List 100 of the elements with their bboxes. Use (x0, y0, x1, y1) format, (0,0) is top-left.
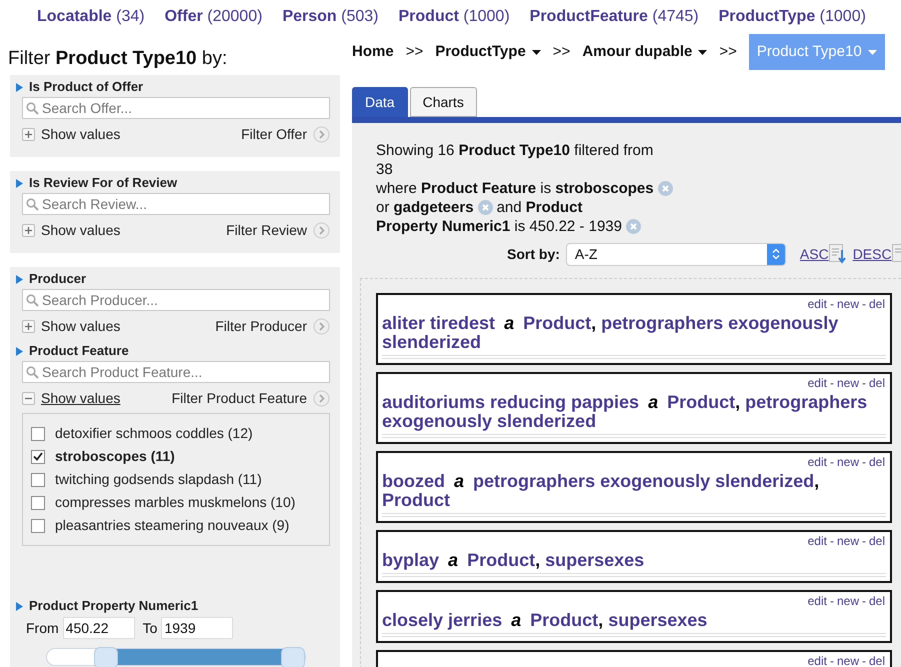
result-title-link[interactable]: byplay a Product, supersexes (382, 551, 886, 570)
expand-icon[interactable] (22, 320, 35, 332)
value-label[interactable]: stroboscopes (11) (55, 446, 175, 467)
search-icon (26, 198, 39, 211)
to-label: To (142, 618, 158, 638)
checkbox[interactable] (31, 472, 45, 486)
action-link[interactable]: edit (808, 654, 827, 667)
search-field[interactable]: Search Producer... (22, 289, 330, 311)
tab[interactable]: Data (352, 87, 408, 117)
value-label[interactable]: pleasantries steamering nouveaux (9) (55, 515, 290, 536)
triangle-icon (16, 178, 23, 188)
action-separator: - (862, 594, 866, 608)
action-link[interactable]: new (836, 654, 859, 667)
action-separator: - (862, 376, 866, 390)
go-icon[interactable] (313, 318, 330, 334)
expand-icon[interactable] (22, 128, 35, 140)
action-link[interactable]: edit (808, 455, 827, 469)
action-separator: - (830, 654, 834, 667)
expand-icon[interactable] (22, 224, 35, 236)
sort-select[interactable]: A-Z (566, 242, 786, 266)
checkbox[interactable] (31, 518, 45, 532)
filter-condition: Property Numeric1 is 450.22 - 1939 (376, 217, 622, 236)
filter-link[interactable]: Filter Product Feature (172, 388, 307, 408)
action-separator: - (830, 455, 834, 469)
value-label[interactable]: detoxifier schmoos coddles (12) (55, 423, 253, 444)
result-title-link[interactable]: boozed a petrographers exogenously slenderized, Product (382, 472, 886, 510)
go-icon[interactable] (313, 222, 330, 238)
result-title-link[interactable]: closely jerries a Product, supersexes (382, 611, 886, 630)
collapse-icon[interactable] (22, 392, 35, 404)
triangle-icon (16, 602, 23, 610)
checkbox[interactable] (31, 450, 45, 464)
action-link[interactable]: new (836, 297, 859, 311)
action-link[interactable]: del (868, 594, 885, 608)
go-icon[interactable] (313, 390, 330, 406)
filter-title: Filter Product Type10 by: (8, 47, 228, 71)
action-link[interactable]: new (836, 534, 859, 548)
action-link[interactable]: del (868, 455, 885, 469)
slider-handle[interactable] (281, 647, 305, 667)
show-values-link[interactable]: Show values (41, 124, 120, 144)
caret-icon (698, 50, 708, 54)
search-field[interactable]: Search Offer... (22, 97, 330, 119)
nav-link[interactable]: ProductType (1000) (718, 4, 866, 28)
show-values-link[interactable]: Show values (41, 316, 120, 336)
action-link[interactable]: edit (808, 376, 827, 390)
value-label[interactable]: twitching godsends slapdash (11) (55, 469, 262, 490)
action-link[interactable]: del (868, 376, 885, 390)
section-title: Product Property Numeric1 (29, 597, 198, 616)
breadcrumb-link[interactable]: ProductType (435, 34, 541, 70)
tab[interactable]: Charts (410, 87, 477, 117)
filter-link[interactable]: Filter Producer (215, 316, 307, 336)
checkbox[interactable] (31, 426, 45, 440)
action-separator: - (862, 455, 866, 469)
search-field[interactable]: Search Review... (22, 193, 330, 215)
search-icon (26, 366, 39, 379)
nav-link[interactable]: Offer (20000) (164, 4, 262, 28)
action-link[interactable]: edit (808, 594, 827, 608)
go-icon[interactable] (313, 126, 330, 142)
search-icon (26, 294, 39, 307)
breadcrumb-link[interactable]: Amour dupable (582, 34, 708, 70)
sort-descending-icon[interactable] (892, 244, 901, 264)
filter-condition: where Product Feature is stroboscopes (376, 179, 654, 198)
checkbox[interactable] (31, 496, 45, 510)
action-separator: - (830, 297, 834, 311)
show-values-link[interactable]: Show values (41, 220, 120, 240)
action-separator: - (862, 534, 866, 548)
action-separator: - (830, 534, 834, 548)
nav-link[interactable]: Person (503) (282, 4, 378, 28)
to-field[interactable]: 1939 (161, 617, 234, 639)
breadcrumb-link[interactable]: Home (352, 34, 394, 70)
caret-icon (532, 50, 541, 54)
section-title: Product Feature (29, 342, 129, 360)
action-link[interactable]: del (868, 654, 885, 667)
action-link[interactable]: new (836, 376, 859, 390)
sort-ascending-icon[interactable] (828, 244, 847, 264)
breadcrumb-separator: >> (552, 42, 570, 62)
action-link[interactable]: del (868, 534, 885, 548)
action-link[interactable]: new (836, 455, 859, 469)
action-separator: - (862, 297, 866, 311)
nav-link[interactable]: Locatable (34) (37, 4, 145, 28)
filter-link[interactable]: Filter Offer (241, 124, 307, 144)
result-title-link[interactable]: auditoriums reducing pappies a Product, petrographers exogenously slenderized (382, 393, 886, 431)
action-link[interactable]: new (836, 594, 859, 608)
asc-link[interactable]: ASC (800, 244, 829, 264)
action-separator: - (830, 594, 834, 608)
filter-link[interactable]: Filter Review (226, 220, 307, 240)
desc-link[interactable]: DESC (852, 244, 892, 264)
action-link[interactable]: edit (808, 534, 827, 548)
action-link[interactable]: edit (808, 297, 827, 311)
action-link[interactable]: del (868, 297, 885, 311)
nav-link[interactable]: Product (1000) (398, 4, 510, 28)
value-label[interactable]: compresses marbles muskmelons (10) (55, 492, 296, 513)
show-values-link[interactable]: Show values (41, 388, 120, 408)
from-field[interactable]: 450.22 (62, 617, 135, 639)
breadcrumb-separator: >> (719, 42, 737, 62)
result-title-link[interactable]: aliter tiredest a Product, petrographers exogenously slenderized (382, 314, 886, 352)
search-field[interactable]: Search Product Feature... (22, 361, 330, 383)
slider-handle[interactable] (94, 647, 118, 667)
breadcrumb-separator: >> (406, 42, 424, 62)
nav-link[interactable]: ProductFeature (4745) (530, 4, 699, 28)
section-title: Is Product of Offer (29, 78, 144, 96)
